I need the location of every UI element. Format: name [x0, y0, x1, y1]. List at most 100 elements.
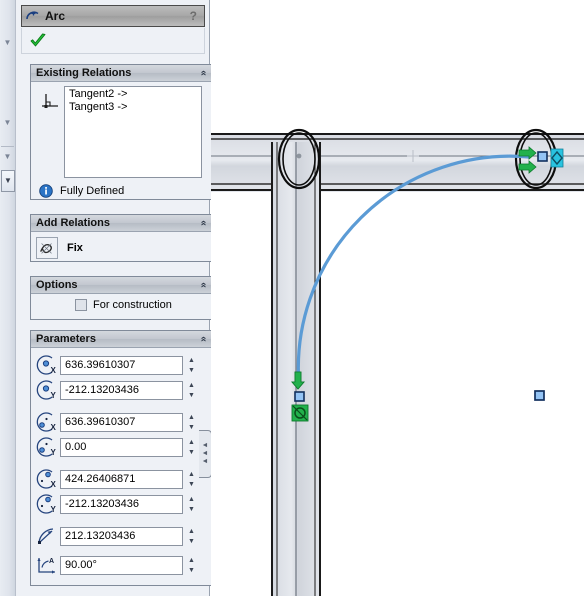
param-row-center-x: X 636.39610307 ▲ ▼	[36, 354, 199, 376]
list-item[interactable]: Tangent2 ->	[65, 87, 201, 100]
perpendicular-relation-icon	[42, 94, 58, 108]
svg-text:Y: Y	[51, 448, 57, 457]
fix-relation-icon	[40, 243, 52, 254]
radius-icon	[38, 528, 54, 544]
param-row-radius: 212.13203436 ▲ ▼	[36, 525, 199, 547]
fix-icon-container	[36, 237, 58, 259]
stepper-up[interactable]: ▲	[184, 495, 199, 504]
start-y-stepper[interactable]: ▲ ▼	[184, 438, 199, 457]
end-x-icon: X	[36, 469, 57, 489]
panel-titlebar: Arc ?	[21, 5, 205, 27]
end-y-icon: Y	[36, 494, 57, 514]
relations-listbox[interactable]: Tangent2 -> Tangent3 ->	[64, 86, 202, 178]
status-badge: Fully Defined	[60, 185, 125, 197]
add-relations-header[interactable]: Add Relations «	[31, 215, 211, 232]
arc-icon	[26, 11, 39, 20]
stepper-down[interactable]: ▼	[184, 566, 199, 575]
cad-graphics-area[interactable]	[211, 0, 584, 596]
concentric-relation-icon[interactable]	[291, 404, 309, 422]
stepper-up[interactable]: ▲	[184, 527, 199, 536]
gutter-expand-button[interactable]: ▼	[1, 170, 15, 192]
options-title: Options	[36, 279, 78, 291]
flyout-arrow-2: ◄	[201, 450, 209, 457]
param-row-start-y: Y 0.00 ▲ ▼	[36, 436, 199, 458]
stepper-down[interactable]: ▼	[184, 391, 199, 400]
info-icon	[39, 184, 53, 198]
chevron-up-icon[interactable]: «	[198, 336, 209, 342]
center-y-input[interactable]: -212.13203436	[60, 380, 183, 400]
help-button[interactable]: ?	[190, 9, 197, 23]
gutter-arrow-2[interactable]: ▼	[2, 118, 13, 127]
horizontal-i-beam[interactable]	[211, 133, 584, 192]
stepper-up[interactable]: ▲	[184, 438, 199, 447]
start-x-icon: X	[36, 412, 57, 432]
for-construction-row[interactable]: For construction	[75, 299, 172, 311]
stepper-down[interactable]: ▼	[184, 366, 199, 375]
chevron-up-icon[interactable]: «	[198, 220, 209, 226]
cad-model-view[interactable]	[211, 0, 584, 596]
vertical-i-beam[interactable]	[271, 142, 321, 596]
start-x-stepper[interactable]: ▲ ▼	[184, 413, 199, 432]
fix-relation-button[interactable]: Fix	[36, 237, 83, 259]
existing-relations-title: Existing Relations	[36, 67, 132, 79]
parameters-title: Parameters	[36, 333, 96, 345]
left-gutter-strip: ▼ ▼ ▼ ▼	[0, 0, 16, 596]
existing-relations-header[interactable]: Existing Relations «	[31, 65, 211, 82]
stepper-up[interactable]: ▲	[184, 556, 199, 565]
flyout-arrow-1: ◄	[201, 442, 209, 449]
panel-action-row	[21, 28, 205, 54]
sketch-point[interactable]	[294, 391, 305, 402]
param-row-end-y: Y -212.13203436 ▲ ▼	[36, 493, 199, 515]
property-manager-panel: Arc ? Existing Relations « Tangent2 -> T…	[16, 0, 212, 596]
param-row-center-y: Y -212.13203436 ▲ ▼	[36, 379, 199, 401]
end-x-input[interactable]: 424.26406871	[60, 469, 183, 489]
center-x-icon: X	[36, 355, 57, 375]
center-y-icon: Y	[36, 380, 57, 400]
end-x-stepper[interactable]: ▲ ▼	[184, 470, 199, 489]
radius-stepper[interactable]: ▲ ▼	[184, 527, 199, 546]
angle-stepper[interactable]: ▲ ▼	[184, 556, 199, 575]
chevron-up-icon[interactable]: «	[198, 70, 209, 76]
svg-text:X: X	[51, 423, 57, 432]
stepper-down[interactable]: ▼	[184, 505, 199, 514]
stepper-up[interactable]: ▲	[184, 381, 199, 390]
stepper-up[interactable]: ▲	[184, 413, 199, 422]
end-y-input[interactable]: -212.13203436	[60, 494, 183, 514]
stepper-down[interactable]: ▼	[184, 537, 199, 546]
stepper-up[interactable]: ▲	[184, 470, 199, 479]
stepper-down[interactable]: ▼	[184, 480, 199, 489]
center-x-stepper[interactable]: ▲ ▼	[184, 356, 199, 375]
stepper-up[interactable]: ▲	[184, 356, 199, 365]
options-header[interactable]: Options «	[31, 277, 211, 294]
coincident-relation-icon[interactable]	[550, 148, 564, 168]
svg-text:A: A	[49, 558, 54, 565]
start-y-input[interactable]: 0.00	[60, 437, 183, 457]
center-y-stepper[interactable]: ▲ ▼	[184, 381, 199, 400]
stepper-down[interactable]: ▼	[184, 448, 199, 457]
sketch-point[interactable]	[534, 390, 545, 401]
svg-text:X: X	[51, 366, 57, 375]
sketch-point[interactable]	[537, 151, 548, 162]
fix-label: Fix	[67, 242, 83, 254]
end-y-stepper[interactable]: ▲ ▼	[184, 495, 199, 514]
start-x-input[interactable]: 636.39610307	[60, 412, 183, 432]
existing-relations-group: Existing Relations « Tangent2 -> Tangent…	[30, 64, 212, 200]
list-item[interactable]: Tangent3 ->	[65, 100, 201, 113]
for-construction-checkbox[interactable]	[75, 299, 87, 311]
green-check-icon[interactable]	[29, 32, 47, 50]
parameters-group: Parameters « X 636.39610307 ▲ ▼ Y -212.1…	[30, 330, 212, 586]
parameters-header[interactable]: Parameters «	[31, 331, 211, 348]
angle-input[interactable]: 90.00°	[60, 555, 183, 575]
chevron-up-icon[interactable]: «	[198, 282, 209, 288]
add-relations-title: Add Relations	[36, 217, 110, 229]
gutter-arrow-1[interactable]: ▼	[2, 38, 13, 47]
svg-text:Y: Y	[51, 505, 57, 514]
gutter-arrow-3[interactable]: ▼	[2, 152, 13, 161]
panel-title: Arc	[45, 9, 66, 23]
stepper-down[interactable]: ▼	[184, 423, 199, 432]
radius-input[interactable]: 212.13203436	[60, 526, 183, 546]
flyout-arrow-3: ◄	[201, 458, 209, 465]
add-relations-group: Add Relations « Fix	[30, 214, 212, 262]
center-x-input[interactable]: 636.39610307	[60, 355, 183, 375]
options-group: Options « For construction	[30, 276, 212, 320]
